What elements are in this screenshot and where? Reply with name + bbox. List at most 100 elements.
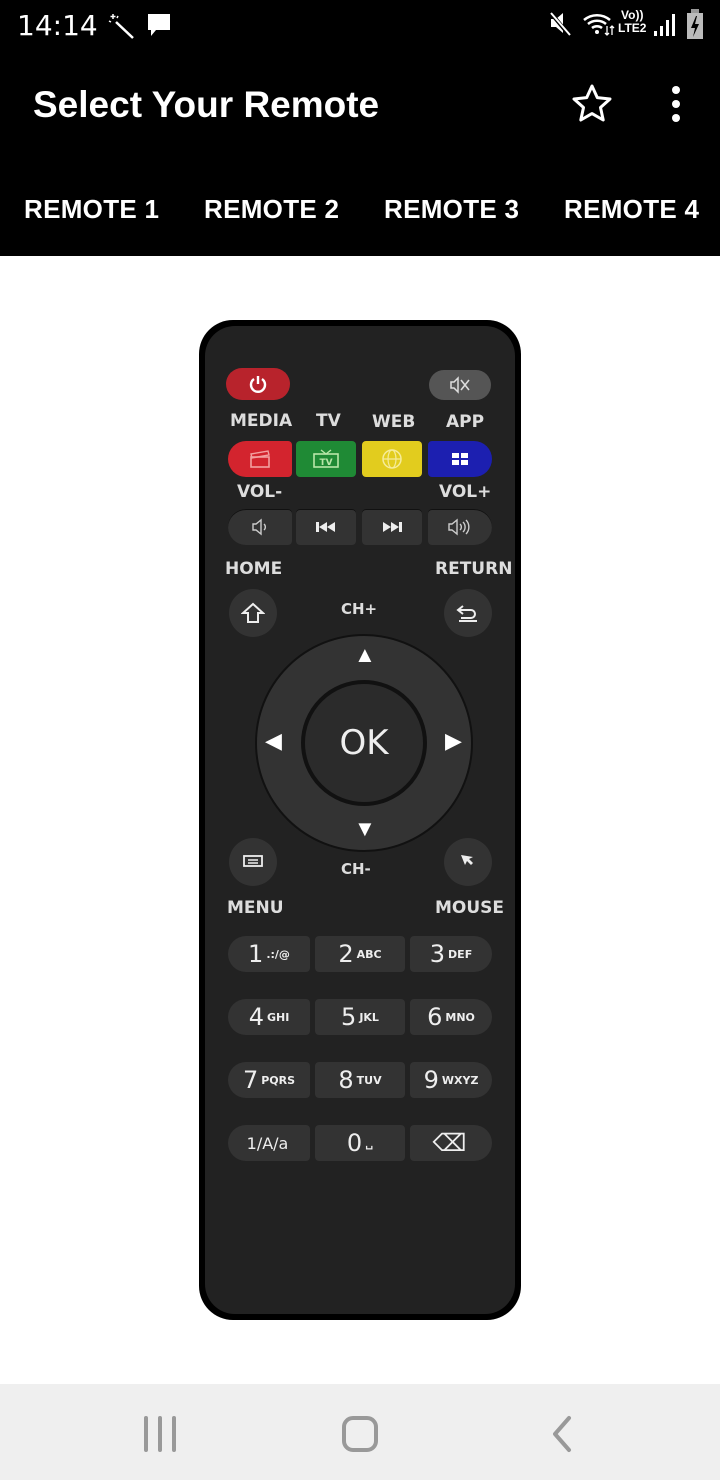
keypad-button[interactable]: 0 ␣ xyxy=(315,1125,405,1161)
previous-button[interactable] xyxy=(296,509,356,545)
tv-button[interactable]: TV xyxy=(296,441,356,477)
keypad-button[interactable]: 5 JKL xyxy=(315,999,405,1035)
down-arrow-button[interactable]: ▼ xyxy=(354,816,376,842)
media-label: MEDIA xyxy=(230,411,293,431)
remote-image: MEDIA TV WEB APP TV VOL- VOL+ HOME RETUR… xyxy=(199,320,521,1320)
web-button[interactable] xyxy=(362,441,422,477)
app-label: APP xyxy=(446,412,485,432)
tab-remote-3[interactable]: REMOTE 3 xyxy=(384,194,519,225)
key-digit: 3 xyxy=(429,940,446,968)
keypad-button[interactable]: 4 GHI xyxy=(228,999,310,1035)
wifi-icon xyxy=(583,13,615,36)
skip-next-icon xyxy=(383,522,402,532)
key-letters: TUV xyxy=(356,1073,382,1087)
key-letters: GHI xyxy=(266,1010,290,1024)
return-label: RETURN xyxy=(435,559,513,579)
right-arrow-button[interactable]: ▶ xyxy=(445,728,462,754)
home-button[interactable] xyxy=(229,589,277,637)
key-digit: 2 xyxy=(338,940,354,968)
key-digit: 0 xyxy=(346,1129,363,1157)
key-letters: WXYZ xyxy=(441,1073,479,1087)
remote-tabs: REMOTE 1 REMOTE 2 REMOTE 3 REMOTE 4 xyxy=(0,160,720,256)
ch-plus-label: CH+ xyxy=(341,600,378,618)
key-digit: 6 xyxy=(427,1003,443,1031)
volte-lte2-icon: Vo)) LTE2 xyxy=(618,9,646,35)
magic-wand-icon xyxy=(108,14,134,39)
power-button[interactable] xyxy=(226,368,290,400)
vol-minus-label: VOL- xyxy=(237,482,283,502)
keypad-button[interactable]: 1/A/a xyxy=(228,1125,310,1161)
remote-body: MEDIA TV WEB APP TV VOL- VOL+ HOME RETUR… xyxy=(205,326,515,1314)
return-icon xyxy=(456,605,477,622)
mouse-label: MOUSE xyxy=(435,898,505,918)
volume-up-icon xyxy=(448,518,470,536)
system-nav-bar xyxy=(0,1384,720,1480)
more-vert-icon[interactable] xyxy=(664,84,688,124)
back-icon[interactable] xyxy=(545,1414,579,1454)
key-letters: DEF xyxy=(448,947,473,961)
up-arrow-button[interactable]: ▲ xyxy=(354,642,376,668)
globe-icon xyxy=(382,449,402,469)
keypad-button[interactable]: 3 DEF xyxy=(410,936,492,972)
svg-text:TV: TV xyxy=(319,458,332,468)
tv-label: TV xyxy=(316,411,341,431)
keypad-button[interactable]: 1 .:/@ xyxy=(228,936,310,972)
tv-icon: TV xyxy=(313,449,339,468)
volume-up-button[interactable] xyxy=(428,509,492,545)
volume-down-icon xyxy=(252,518,266,536)
keypad-button[interactable]: 2 ABC xyxy=(315,936,405,972)
key-digit: 5 xyxy=(341,1003,357,1031)
left-arrow-button[interactable]: ◀ xyxy=(265,728,282,754)
key-letters: ␣ xyxy=(365,1136,374,1150)
mouse-button[interactable] xyxy=(444,838,492,886)
signal-icon xyxy=(654,14,675,36)
key-digit: 8 xyxy=(338,1066,354,1094)
keypad-button[interactable]: 7 PQRS xyxy=(228,1062,310,1098)
key-letters: JKL xyxy=(359,1010,379,1024)
return-button[interactable] xyxy=(444,589,492,637)
power-icon xyxy=(249,376,267,393)
apps-grid-icon xyxy=(452,453,468,465)
recents-icon[interactable] xyxy=(140,1414,180,1454)
menu-button[interactable] xyxy=(229,838,277,886)
star-icon[interactable] xyxy=(570,82,614,126)
menu-icon xyxy=(243,855,263,867)
status-bar: 14:14 Vo)) LTE2 xyxy=(0,0,720,50)
key-digit: 4 xyxy=(248,1003,264,1031)
media-button[interactable] xyxy=(228,441,292,477)
web-label: WEB xyxy=(372,412,416,432)
key-digit: ⌫ xyxy=(432,1129,467,1157)
app-bar: Select Your Remote xyxy=(0,50,720,160)
volume-down-button[interactable] xyxy=(228,509,292,545)
key-letters: MNO xyxy=(445,1010,475,1024)
dpad: ▲ ▼ ◀ ▶ OK xyxy=(255,634,473,852)
next-button[interactable] xyxy=(362,509,422,545)
mute-button[interactable] xyxy=(429,370,491,400)
key-digit: 1/A/a xyxy=(246,1133,289,1153)
app-button[interactable] xyxy=(428,441,492,477)
home-label: HOME xyxy=(225,559,283,579)
menu-label: MENU xyxy=(227,898,284,918)
home-nav-icon[interactable] xyxy=(340,1414,380,1454)
mute-icon xyxy=(450,376,470,394)
status-time: 14:14 xyxy=(17,9,98,42)
lte2-label: LTE2 xyxy=(618,21,647,35)
tab-remote-2[interactable]: REMOTE 2 xyxy=(204,194,339,225)
mute-icon xyxy=(548,10,572,38)
mouse-pointer-icon xyxy=(461,855,473,865)
tab-remote-1[interactable]: REMOTE 1 xyxy=(24,194,159,225)
keypad-button[interactable]: 9 WXYZ xyxy=(410,1062,492,1098)
keypad-button[interactable]: 8 TUV xyxy=(315,1062,405,1098)
battery-charging-icon xyxy=(687,9,703,39)
ch-minus-label: CH- xyxy=(341,860,371,878)
key-digit: 9 xyxy=(423,1066,439,1094)
home-icon xyxy=(241,602,265,623)
key-letters: ABC xyxy=(356,947,382,961)
tab-remote-4[interactable]: REMOTE 4 xyxy=(564,194,699,225)
keypad-button[interactable]: 6 MNO xyxy=(410,999,492,1035)
skip-previous-icon xyxy=(316,522,335,532)
page-title: Select Your Remote xyxy=(33,84,380,125)
key-digit: 1 xyxy=(248,940,264,968)
ok-button[interactable]: OK xyxy=(301,680,427,806)
keypad-button[interactable]: ⌫ xyxy=(410,1125,492,1161)
